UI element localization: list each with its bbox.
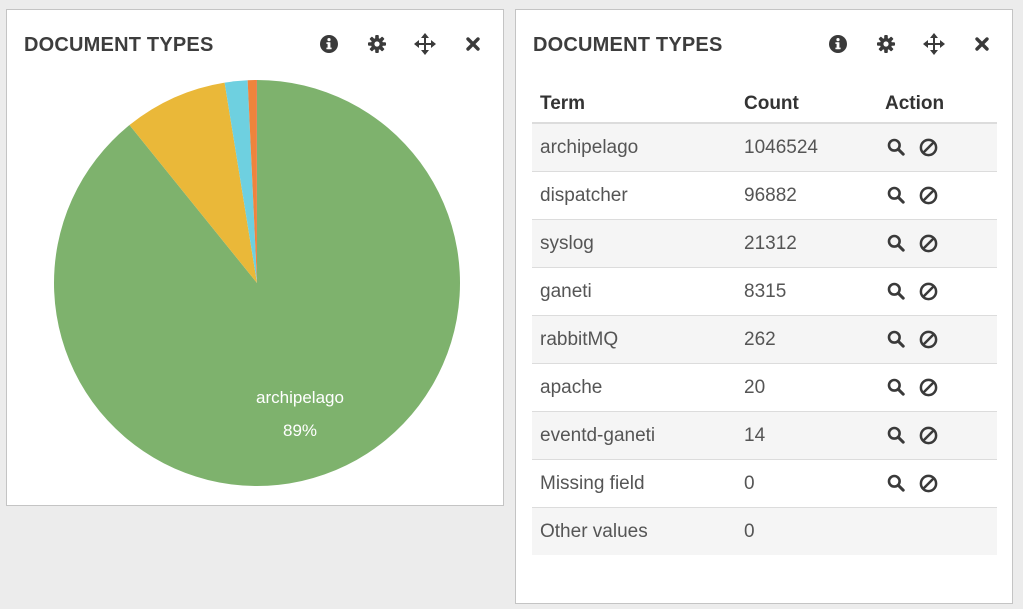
action-cell xyxy=(877,315,997,364)
term-cell[interactable]: Other values xyxy=(532,507,736,555)
table-row: eventd-ganeti 14 xyxy=(532,411,997,460)
slice-label-category: archipelago xyxy=(256,388,344,407)
term-cell[interactable]: eventd-ganeti xyxy=(532,411,736,460)
action-cell xyxy=(877,267,997,316)
panel-toolbar xyxy=(826,32,994,56)
table-row: archipelago 1046524 xyxy=(532,122,997,172)
count-cell: 1046524 xyxy=(736,122,877,172)
table-row: Other values 0 xyxy=(532,507,997,555)
header-count: Count xyxy=(736,86,877,124)
action-cell xyxy=(877,122,997,172)
count-cell: 8315 xyxy=(736,267,877,316)
search-icon[interactable] xyxy=(885,328,907,350)
count-cell: 96882 xyxy=(736,171,877,220)
count-cell: 21312 xyxy=(736,219,877,268)
table-row: apache 20 xyxy=(532,363,997,412)
panel-title: DOCUMENT TYPES xyxy=(533,34,723,56)
ban-icon[interactable] xyxy=(917,328,939,350)
ban-icon[interactable] xyxy=(917,280,939,302)
terms-table: Term Count Action archipelago 1046524 di… xyxy=(532,86,997,555)
action-cell xyxy=(877,171,997,220)
action-cell xyxy=(877,507,997,555)
ban-icon[interactable] xyxy=(917,232,939,254)
slice-label-percent: 89% xyxy=(282,421,318,440)
gear-icon[interactable] xyxy=(874,32,898,56)
action-cell xyxy=(877,459,997,508)
count-cell: 14 xyxy=(736,411,877,460)
term-cell[interactable]: archipelago xyxy=(532,122,736,172)
pie-panel: DOCUMENT TYPES archipelago 89% xyxy=(6,9,504,506)
ban-icon[interactable] xyxy=(917,376,939,398)
action-cell xyxy=(877,411,997,460)
term-cell[interactable]: Missing field xyxy=(532,459,736,508)
count-cell: 262 xyxy=(736,315,877,364)
table-header-row: Term Count Action xyxy=(532,86,997,124)
term-cell[interactable]: ganeti xyxy=(532,267,736,316)
ban-icon[interactable] xyxy=(917,136,939,158)
ban-icon[interactable] xyxy=(917,184,939,206)
count-cell: 0 xyxy=(736,507,877,555)
search-icon[interactable] xyxy=(885,376,907,398)
table-row: syslog 21312 xyxy=(532,219,997,268)
search-icon[interactable] xyxy=(885,232,907,254)
search-icon[interactable] xyxy=(885,184,907,206)
table-row: dispatcher 96882 xyxy=(532,171,997,220)
table-row: Missing field 0 xyxy=(532,459,997,508)
term-cell[interactable]: apache xyxy=(532,363,736,412)
info-icon[interactable] xyxy=(826,32,850,56)
close-icon[interactable] xyxy=(970,32,994,56)
search-icon[interactable] xyxy=(885,136,907,158)
ban-icon[interactable] xyxy=(917,424,939,446)
search-icon[interactable] xyxy=(885,280,907,302)
header-action: Action xyxy=(877,86,997,124)
table-row: rabbitMQ 262 xyxy=(532,315,997,364)
count-cell: 0 xyxy=(736,459,877,508)
action-cell xyxy=(877,219,997,268)
table-row: ganeti 8315 xyxy=(532,267,997,316)
pie-chart: archipelago 89% xyxy=(7,10,505,507)
count-cell: 20 xyxy=(736,363,877,412)
search-icon[interactable] xyxy=(885,424,907,446)
header-term: Term xyxy=(532,86,736,124)
term-cell[interactable]: rabbitMQ xyxy=(532,315,736,364)
search-icon[interactable] xyxy=(885,472,907,494)
term-cell[interactable]: dispatcher xyxy=(532,171,736,220)
term-cell[interactable]: syslog xyxy=(532,219,736,268)
table-panel: DOCUMENT TYPES Term Count Action archipe… xyxy=(515,9,1013,604)
move-icon[interactable] xyxy=(922,32,946,56)
action-cell xyxy=(877,363,997,412)
ban-icon[interactable] xyxy=(917,472,939,494)
table-body: archipelago 1046524 dispatcher 96882 sys… xyxy=(532,122,997,555)
